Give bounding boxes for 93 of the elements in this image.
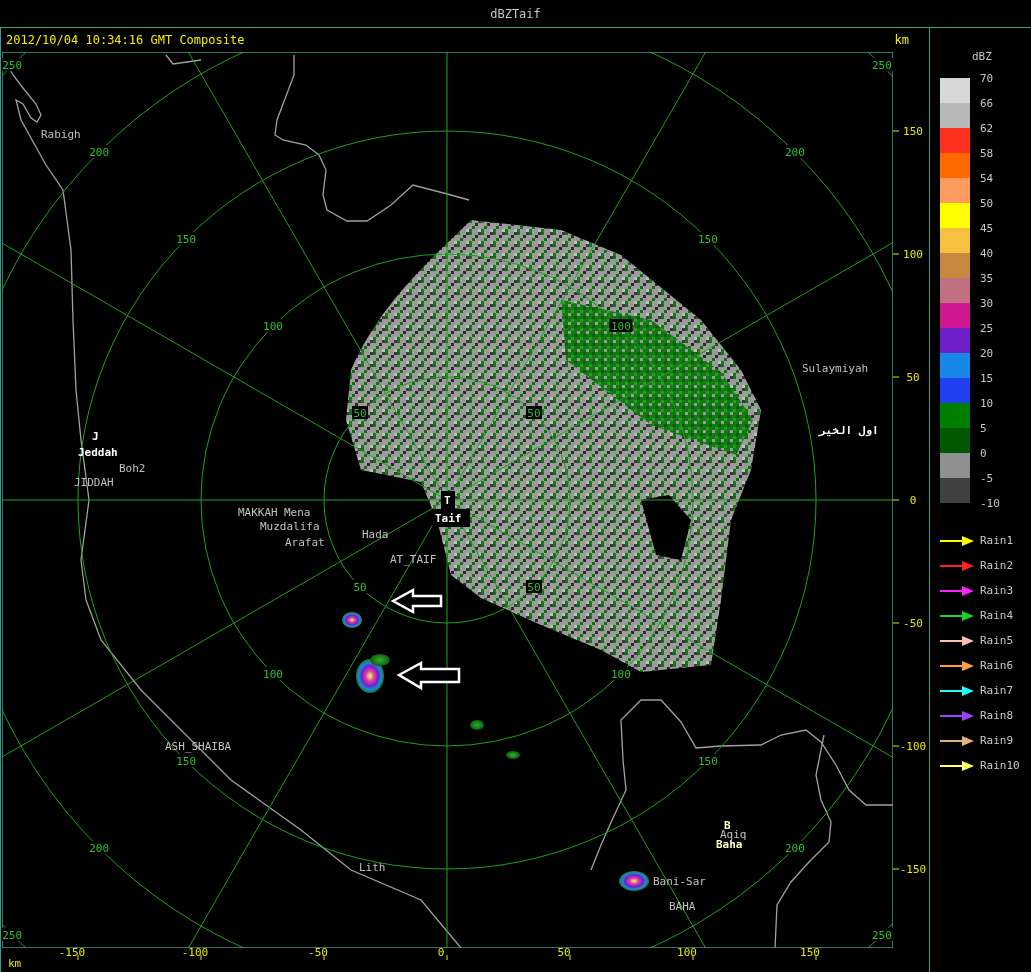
range-ring-label: 250: [871, 928, 892, 942]
rain-track-label: Rain5: [980, 634, 1014, 647]
axis-tick-label: -150: [58, 946, 86, 959]
rain-track-label: Rain9: [980, 734, 1014, 747]
place-label: Taif: [435, 512, 462, 525]
storm-cell: [506, 751, 520, 759]
range-ring-label: 50: [353, 580, 367, 594]
scale-label: 10: [980, 396, 995, 412]
scale-label: 0: [980, 446, 988, 462]
scale-label: 40: [980, 246, 995, 262]
place-label: اول الخير: [819, 424, 879, 437]
place-label: Bani-Sar: [653, 875, 706, 888]
range-ring-label: 100: [263, 667, 283, 681]
storm-cell: [342, 612, 362, 628]
scale-label: 70: [980, 71, 995, 87]
scale-label: 25: [980, 321, 995, 337]
range-ring-label: 200: [89, 841, 110, 855]
range-ring-label: 250: [2, 928, 23, 942]
axis-tick-label: 0: [909, 494, 917, 507]
unit-label: km: [8, 957, 22, 970]
place-label: Baha: [716, 838, 743, 851]
axis-tick-label: 0: [437, 946, 445, 959]
storm-cell: [356, 659, 384, 693]
place-label: MAKKAH: [238, 506, 278, 519]
axis-tick-label: 50: [557, 946, 571, 959]
range-ring-label: 250: [871, 59, 892, 73]
place-label: Sulaymiyah: [802, 362, 869, 375]
range-ring-label: 200: [89, 146, 110, 160]
legend-title: dBZ: [972, 50, 992, 64]
scale-label: 30: [980, 296, 995, 312]
rain-track-label: Rain1: [980, 534, 1014, 547]
range-ring-label: 50: [527, 580, 541, 594]
place-label: Arafat: [285, 536, 325, 549]
scale-label: 20: [980, 346, 995, 362]
axis-tick-label: -150: [899, 863, 927, 876]
axis-tick-label: 150: [903, 125, 923, 138]
axis-tick-label: -100: [181, 946, 209, 959]
storm-cell: [370, 654, 390, 666]
range-ring-label: 200: [784, 841, 805, 855]
range-ring-label: 100: [611, 667, 631, 681]
range-ring-label: 150: [176, 754, 196, 768]
range-ring-label: 100: [263, 320, 283, 334]
window-title: dBZTaif: [0, 0, 1031, 28]
scale-label: 35: [980, 271, 995, 287]
place-label: Mena: [284, 506, 311, 519]
place-label: BAHA: [669, 900, 696, 913]
range-ring-label: 200: [784, 146, 805, 160]
rain-track-label: Rain8: [980, 709, 1014, 722]
scale-label: -5: [980, 471, 995, 487]
scale-label: 50: [980, 196, 995, 212]
axis-tick-label: -50: [308, 946, 328, 959]
place-label: Rabigh: [41, 128, 81, 141]
place-label: Jeddah: [78, 446, 118, 459]
rain-track-label: Rain3: [980, 584, 1014, 597]
place-label: AT_TAIF: [390, 553, 437, 566]
range-ring-label: 50: [353, 407, 367, 421]
place-label: T: [444, 494, 451, 507]
rain-track-label: Rain6: [980, 659, 1014, 672]
range-ring-label: 150: [176, 233, 196, 247]
place-label: Lith: [359, 861, 386, 874]
range-ring-label: 100: [611, 320, 631, 334]
axis-tick-label: 50: [906, 371, 920, 384]
rain-track-label: Rain2: [980, 559, 1014, 572]
unit-label: km: [894, 33, 909, 47]
range-ring-label: 50: [527, 407, 541, 421]
range-ring-label: 150: [698, 754, 718, 768]
place-label: Boh2: [119, 462, 146, 475]
scale-label: 5: [980, 421, 988, 437]
place-label: Hada: [362, 528, 389, 541]
range-ring-label: 250: [2, 59, 23, 73]
rain-track-label: Rain10: [980, 759, 1020, 772]
storm-cell: [470, 720, 484, 730]
timestamp: 2012/10/04 10:34:16 GMT Composite: [6, 33, 245, 47]
scale-label: -10: [980, 496, 1000, 512]
storm-cell: [619, 871, 649, 891]
place-label: Muzdalifa: [260, 520, 320, 533]
pointer-arrow: [390, 587, 443, 615]
rain-track-label: Rain4: [980, 609, 1014, 622]
axis-tick-label: -100: [899, 740, 927, 753]
axis-tick-label: 100: [903, 248, 923, 261]
scale-label: 62: [980, 121, 995, 137]
scale-label: 45: [980, 221, 995, 237]
pointer-arrow: [396, 660, 461, 691]
place-label: J: [92, 430, 99, 443]
axis-tick-label: -50: [903, 617, 923, 630]
scale-label: 66: [980, 96, 995, 112]
scale-label: 58: [980, 146, 995, 162]
axis-tick-label: 150: [800, 946, 820, 959]
range-ring-label: 150: [698, 233, 718, 247]
scale-label: 54: [980, 171, 995, 187]
scale-label: 15: [980, 371, 995, 387]
rain-track-label: Rain7: [980, 684, 1014, 697]
axis-tick-label: 100: [677, 946, 697, 959]
